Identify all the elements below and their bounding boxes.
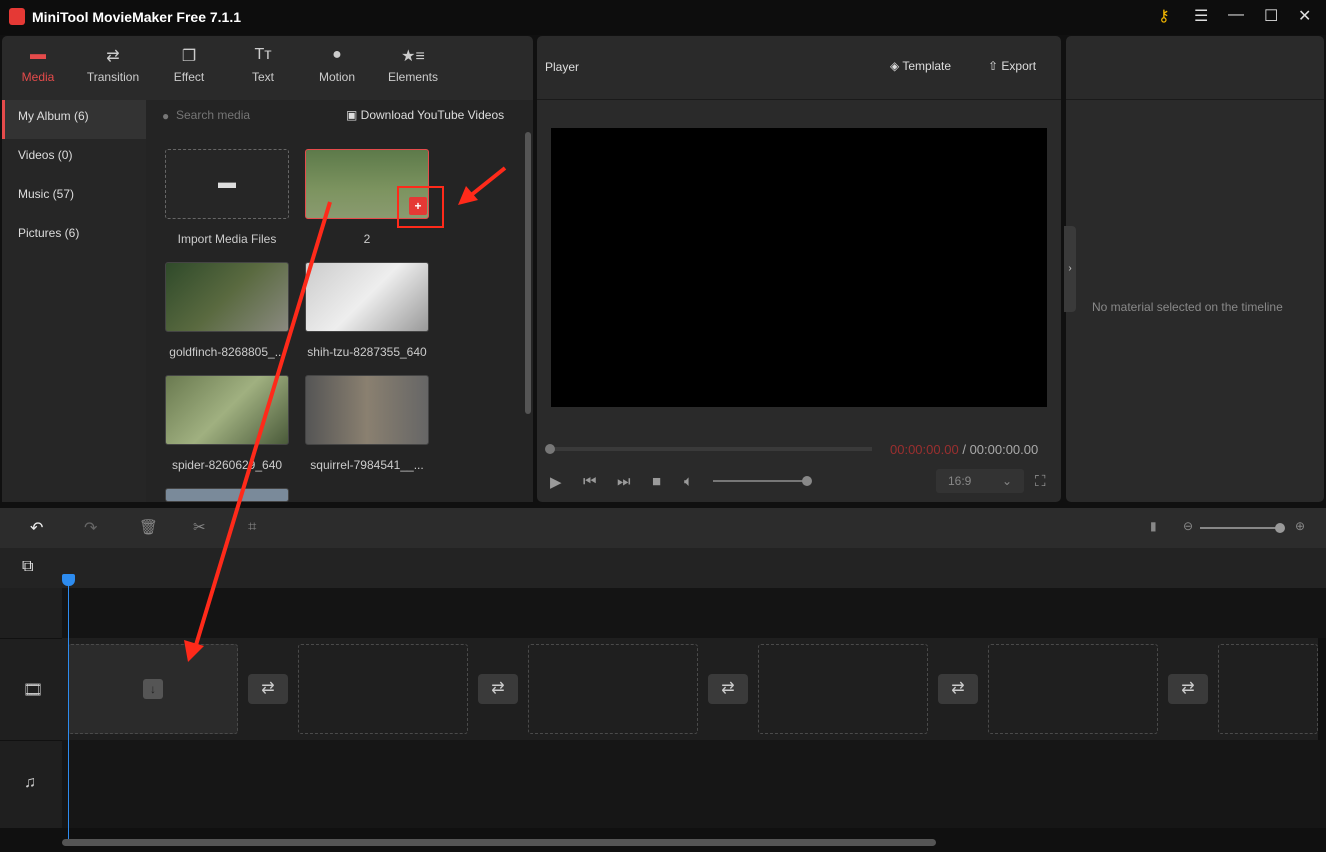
annotation-arrow [468, 166, 507, 198]
arrowhead [184, 640, 204, 662]
highlight-box [397, 186, 444, 228]
arrowhead [458, 186, 478, 205]
drag-arrow [194, 201, 332, 646]
annotation-overlay [184, 166, 507, 662]
